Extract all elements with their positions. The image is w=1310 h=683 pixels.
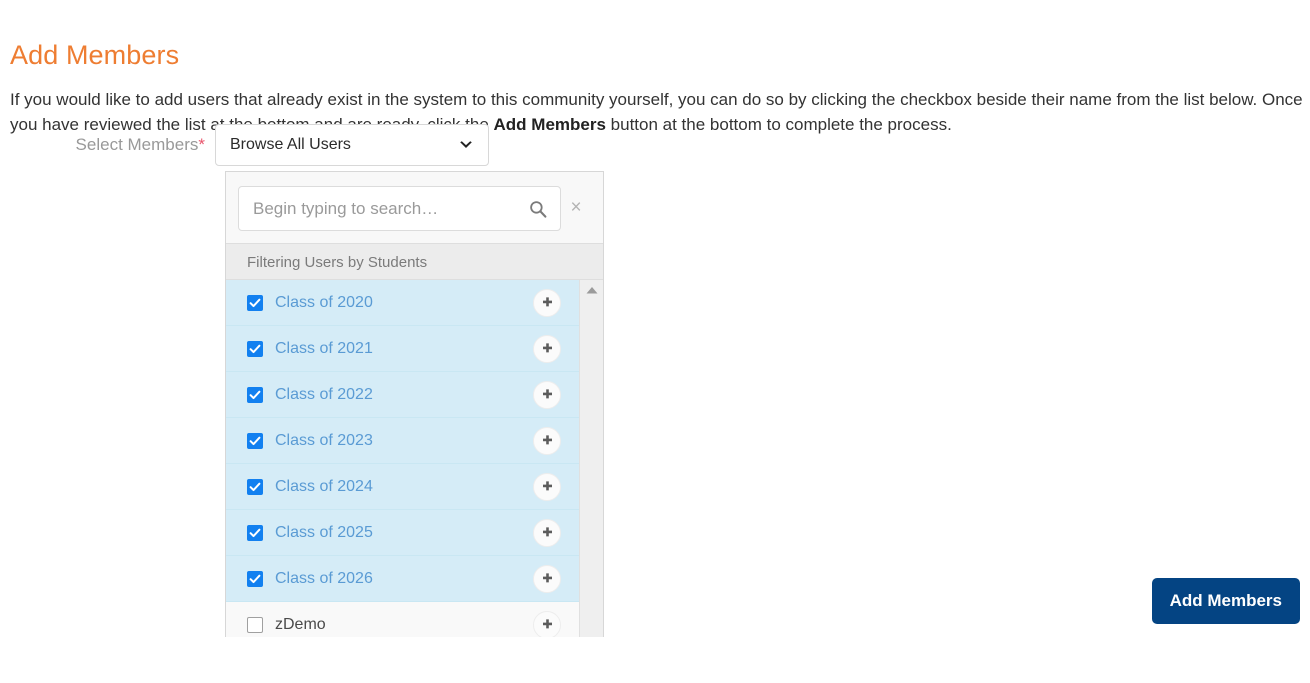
add-user-button[interactable] [533,426,561,455]
add-user-button[interactable] [533,472,561,501]
add-user-button[interactable] [533,564,561,593]
user-list-wrapper: Class of 2020 Class of 2021 Class of 2022 C… [226,280,603,637]
chevron-down-icon [460,141,472,148]
intro-bold-text: Add Members [493,115,606,134]
add-members-page: Add Members If you would like to add use… [0,0,1310,683]
user-list-item[interactable]: Class of 2025 [226,510,581,556]
checkbox-checked[interactable] [247,386,263,403]
plus-icon [542,619,552,629]
select-members-field-row: Select Members* Browse All Users [0,124,489,166]
user-list-item[interactable]: zDemo [226,602,581,637]
add-user-button[interactable] [533,610,561,637]
user-list-item[interactable]: Class of 2022 [226,372,581,418]
plus-icon [542,435,552,445]
check-icon [249,436,261,445]
plus-icon [542,573,552,583]
user-browser-dropdown-panel: × Filtering Users by Students Class of 2… [225,171,604,637]
browse-users-select[interactable]: Browse All Users [215,124,489,166]
browse-users-select-value: Browse All Users [230,136,351,153]
add-members-button[interactable]: Add Members [1151,578,1300,624]
plus-icon [542,389,552,399]
dropdown-search-row: × [226,172,603,243]
filter-header: Filtering Users by Students [226,243,603,280]
checkbox-checked[interactable] [247,524,263,541]
check-icon [249,390,261,399]
checkbox-checked[interactable] [247,570,263,587]
close-icon[interactable]: × [561,198,591,219]
user-list-item[interactable]: Class of 2024 [226,464,581,510]
plus-icon [542,343,552,353]
check-icon [249,298,261,307]
select-members-label-text: Select Members [75,135,199,154]
plus-icon [542,481,552,491]
checkbox-checked[interactable] [247,432,263,449]
check-icon [249,574,261,583]
user-list-item[interactable]: Class of 2021 [226,326,581,372]
add-user-button[interactable] [533,334,561,363]
intro-text-part2: button at the bottom to complete the pro… [605,115,952,134]
user-list-item[interactable]: Class of 2026 [226,556,581,602]
check-icon [249,344,261,353]
search-icon [530,200,547,218]
add-user-button[interactable] [533,380,561,409]
user-list: Class of 2020 Class of 2021 Class of 2022 C… [226,280,581,637]
search-input[interactable] [253,198,546,219]
required-asterisk: * [198,135,205,154]
list-scrollbar[interactable] [579,280,603,637]
select-members-label: Select Members* [0,124,215,166]
plus-icon [542,297,552,307]
search-box[interactable] [238,186,561,231]
checkbox-checked[interactable] [247,294,263,311]
user-list-item[interactable]: Class of 2023 [226,418,581,464]
checkbox-checked[interactable] [247,340,263,357]
checkbox-checked[interactable] [247,478,263,495]
user-list-item[interactable]: Class of 2020 [226,280,581,326]
page-title: Add Members [10,40,180,71]
check-icon [249,528,261,537]
checkbox-unchecked[interactable] [247,616,263,633]
check-icon [249,482,261,491]
add-user-button[interactable] [533,288,561,317]
add-user-button[interactable] [533,518,561,547]
plus-icon [542,527,552,537]
chevron-up-icon[interactable] [585,285,599,295]
